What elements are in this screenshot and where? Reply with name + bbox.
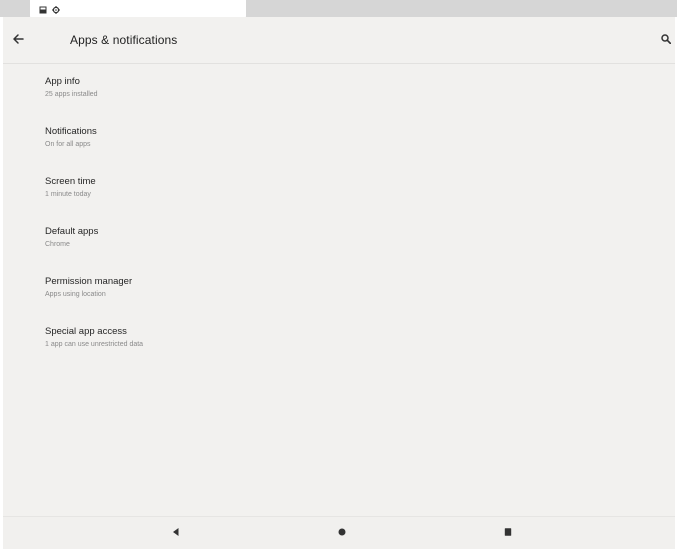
setting-summary: Apps using location [45,291,106,298]
settings-list: App info 25 apps installed Notifications… [3,64,675,364]
back-button[interactable] [7,30,29,52]
arrow-left-icon [12,32,24,50]
setting-title: Default apps [45,226,99,237]
setting-summary: 1 app can use unrestricted data [45,341,144,348]
screen: Apps & notifications App info 25 apps in… [0,0,677,552]
setting-summary: 25 apps installed [45,91,98,98]
search-button[interactable] [658,31,674,49]
setting-item-default-apps[interactable]: Default apps Chrome [3,214,675,264]
settings-app: Apps & notifications App info 25 apps in… [3,17,675,548]
navigation-bar [3,516,675,549]
setting-title: App info [45,76,80,87]
setting-summary: 1 minute today [45,191,91,198]
home-circle-icon [337,524,347,542]
setting-title: Screen time [45,176,96,187]
recents-square-icon [503,524,513,542]
setting-summary: Chrome [45,241,70,248]
nav-back-button[interactable] [168,525,184,541]
setting-item-notifications[interactable]: Notifications On for all apps [3,114,675,164]
nav-recents-button[interactable] [500,525,516,541]
setting-summary: On for all apps [45,141,91,148]
setting-title: Special app access [45,326,127,337]
nav-home-button[interactable] [334,525,350,541]
back-triangle-icon [171,524,181,542]
setting-item-screen-time[interactable]: Screen time 1 minute today [3,164,675,214]
page-title: Apps & notifications [70,33,178,47]
search-icon [661,31,672,49]
setting-title: Permission manager [45,276,133,287]
gear-icon [52,5,60,14]
setting-item-special-app-access[interactable]: Special app access 1 app can use unrestr… [3,314,675,364]
setting-title: Notifications [45,126,97,137]
toolbar: Apps & notifications [3,17,675,64]
setting-item-app-info[interactable]: App info 25 apps installed [3,64,675,114]
setting-item-permission-manager[interactable]: Permission manager Apps using location [3,264,675,314]
image-icon [39,6,47,14]
status-bar [0,0,677,19]
